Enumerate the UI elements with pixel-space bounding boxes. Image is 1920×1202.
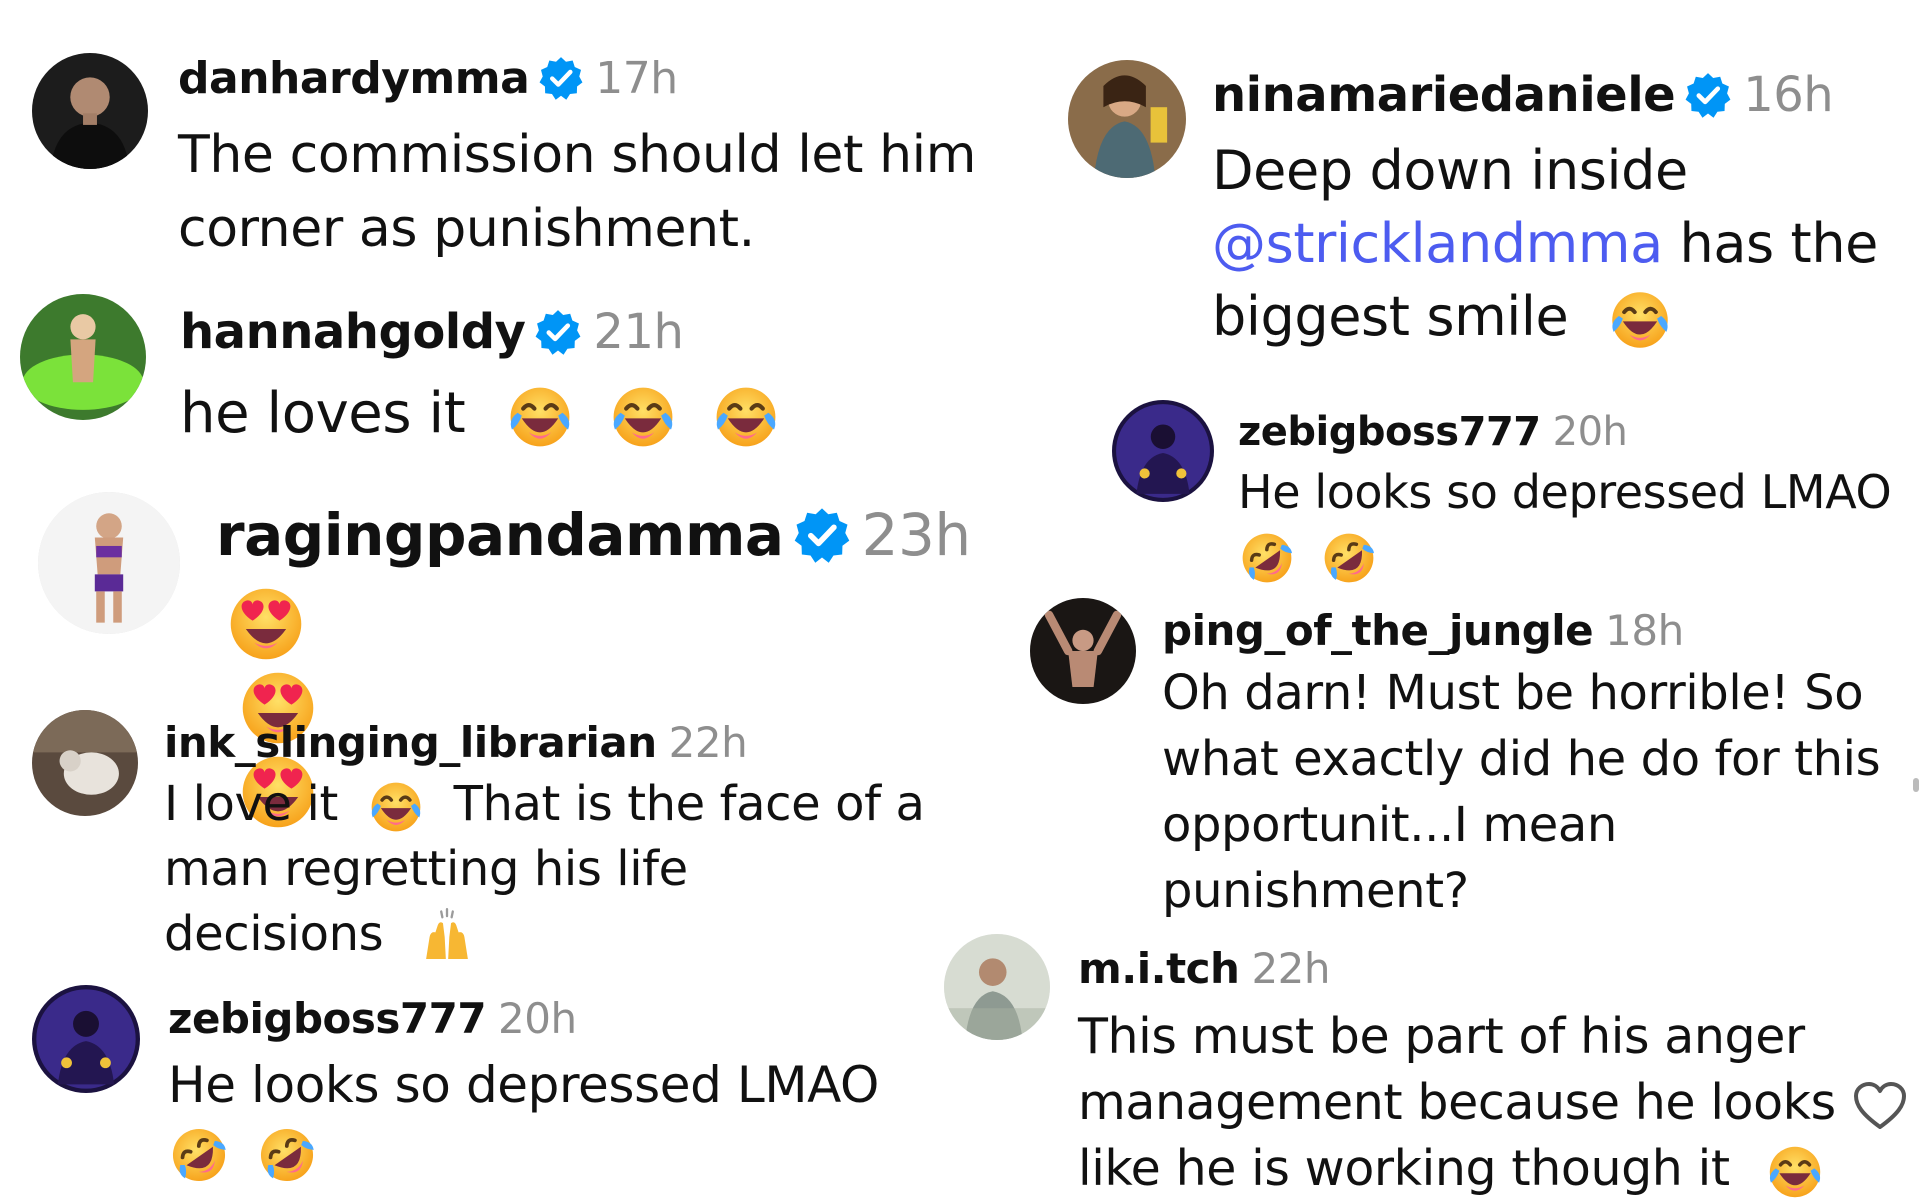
avatar-ink-slinging-librarian-image	[32, 710, 138, 816]
timestamp[interactable]: 20h	[1553, 409, 1628, 455]
avatar-ragingpandamma[interactable]	[38, 492, 180, 634]
comment-text: I love it	[164, 776, 338, 832]
comment-text: decisions	[164, 906, 384, 962]
comment-text: has the	[1679, 212, 1879, 275]
comment-text-line: biggest smile	[1212, 280, 1878, 353]
avatar-zebigboss777[interactable]	[32, 985, 140, 1093]
username[interactable]: zebigboss777	[168, 994, 487, 1043]
comment-text-line: I love it That is the face of a	[164, 772, 925, 837]
comment-text-line: decisions	[164, 902, 925, 967]
username[interactable]: zebigboss777	[1238, 409, 1541, 455]
raised-hands-emoji	[418, 908, 476, 966]
verified-badge-icon	[794, 507, 850, 563]
comment-text-line: management because he looks	[1078, 1074, 1836, 1131]
comment-text: he loves it	[180, 381, 466, 446]
comment-text-line: punishment?	[1162, 863, 1469, 919]
comment-text-line: He looks so depressed LMAO	[1238, 465, 1892, 519]
joy-emoji	[711, 382, 781, 452]
verified-badge-icon	[535, 309, 581, 355]
timestamp[interactable]: 23h	[862, 501, 972, 569]
avatar-m-i-tch-image	[944, 934, 1050, 1040]
avatar-ink-slinging-librarian[interactable]	[32, 710, 138, 816]
avatar-m-i-tch[interactable]	[944, 934, 1050, 1040]
avatar-ping-of-the-jungle-image	[1030, 598, 1136, 704]
comment-text-line: Oh darn! Must be horrible! So	[1162, 665, 1864, 721]
comment-text-line: like he is working though it	[1078, 1136, 1836, 1202]
avatar-hannahgoldy[interactable]	[20, 294, 146, 420]
comment-emoji-line	[168, 1118, 879, 1186]
joy-emoji	[608, 382, 678, 452]
comment-text-line: what exactly did he do for this	[1162, 731, 1881, 787]
joy-emoji	[1607, 287, 1673, 353]
rofl-emoji	[256, 1124, 318, 1186]
rofl-emoji	[168, 1124, 230, 1186]
comment-text-line: man regretting his life	[164, 841, 688, 897]
timestamp[interactable]: 22h	[669, 718, 748, 767]
avatar-hannahgoldy-image	[20, 294, 146, 420]
verified-badge-icon	[1685, 72, 1731, 118]
joy-emoji	[367, 778, 425, 836]
comment-emoji-line	[1238, 523, 1891, 587]
username[interactable]: danhardymma	[178, 53, 530, 104]
avatar-ninamariedaniele[interactable]	[1068, 60, 1186, 178]
avatar-ninamariedaniele-image	[1068, 60, 1186, 178]
username[interactable]: ping_of_the_jungle	[1162, 606, 1594, 655]
verified-badge-icon	[539, 56, 583, 100]
comment-text: biggest smile	[1212, 285, 1569, 348]
comment-text: That is the face of a	[453, 776, 925, 832]
comment-text-line: The commission should let him	[178, 125, 976, 185]
rofl-emoji	[1320, 529, 1378, 587]
comment-text-line: opportunit...I mean	[1162, 797, 1617, 853]
timestamp[interactable]: 20h	[498, 994, 577, 1043]
avatar-danhardymma[interactable]	[32, 53, 148, 169]
like-button[interactable]	[1852, 1080, 1908, 1132]
comment-text-line: He looks so depressed LMAO	[168, 1056, 879, 1114]
heart-outline-icon	[1854, 1082, 1906, 1129]
avatar-zebigboss777-image	[1112, 400, 1214, 502]
avatar-zebigboss777-image	[32, 985, 140, 1093]
comment-text-line: he loves it	[180, 376, 781, 452]
avatar-zebigboss777[interactable]	[1112, 400, 1214, 502]
timestamp[interactable]: 16h	[1743, 67, 1834, 123]
avatar-ragingpandamma-image	[38, 492, 180, 634]
timestamp[interactable]: 18h	[1605, 606, 1684, 655]
joy-emoji	[1765, 1142, 1825, 1202]
mention-link[interactable]: @stricklandmma	[1212, 212, 1663, 275]
username[interactable]: ink_slinging_librarian	[164, 718, 657, 767]
avatar-ping-of-the-jungle[interactable]	[1030, 598, 1136, 704]
comment-text: like he is working though it	[1078, 1140, 1730, 1197]
username[interactable]: hannahgoldy	[180, 304, 526, 360]
timestamp[interactable]: 17h	[595, 53, 678, 104]
comment-text-line: corner as punishment.	[178, 199, 755, 259]
scrollbar-edge[interactable]	[1913, 778, 1919, 792]
username[interactable]: ninamariedaniele	[1212, 67, 1676, 123]
comment-text-line: Deep down inside	[1212, 139, 1688, 202]
comment-text-line: @stricklandmma has the	[1212, 207, 1878, 280]
username[interactable]: ragingpandamma	[216, 501, 784, 569]
heart-eyes-emoji	[224, 582, 308, 666]
username[interactable]: m.i.tch	[1078, 944, 1240, 993]
comment-text-line: This must be part of his anger	[1078, 1008, 1805, 1065]
timestamp[interactable]: 21h	[593, 304, 684, 360]
timestamp[interactable]: 22h	[1251, 944, 1330, 993]
avatar-danhardymma-image	[32, 53, 148, 169]
joy-emoji	[505, 382, 575, 452]
rofl-emoji	[1238, 529, 1296, 587]
